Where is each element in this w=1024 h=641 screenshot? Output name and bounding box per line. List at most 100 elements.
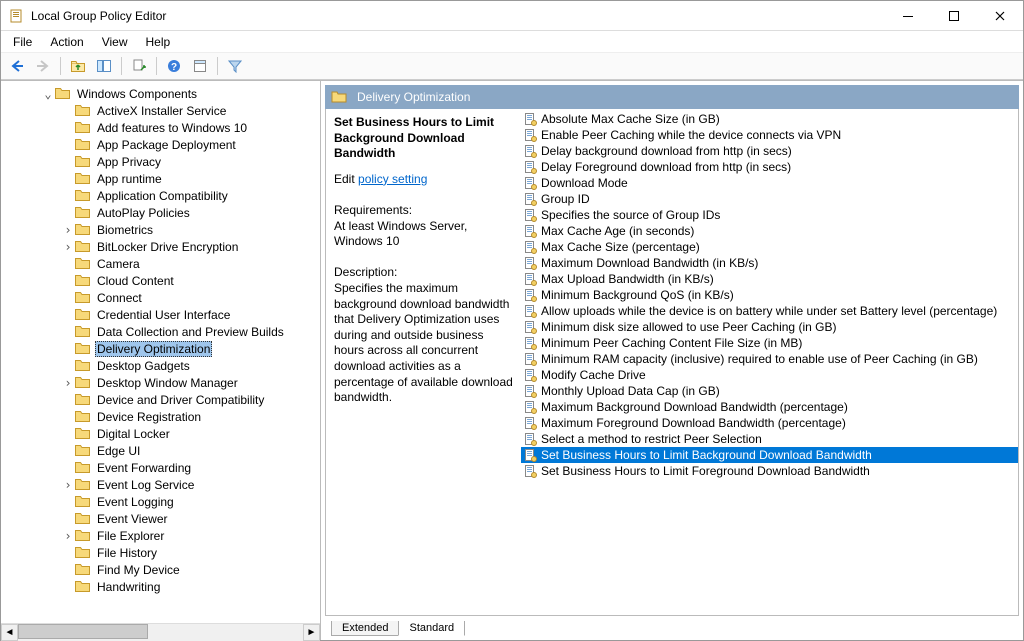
- tree-item[interactable]: ›Desktop Window Manager: [5, 374, 320, 391]
- tree-item[interactable]: File History: [5, 544, 320, 561]
- policy-item[interactable]: Maximum Foreground Download Bandwidth (p…: [521, 415, 1018, 431]
- tree-item-label: Application Compatibility: [95, 189, 230, 203]
- policy-item[interactable]: Minimum RAM capacity (inclusive) require…: [521, 351, 1018, 367]
- menu-file[interactable]: File: [5, 33, 40, 51]
- close-button[interactable]: [977, 1, 1023, 30]
- maximize-button[interactable]: [931, 1, 977, 30]
- policy-item[interactable]: Monthly Upload Data Cap (in GB): [521, 383, 1018, 399]
- tree-item[interactable]: Add features to Windows 10: [5, 119, 320, 136]
- policy-item[interactable]: Specifies the source of Group IDs: [521, 207, 1018, 223]
- scroll-left-button[interactable]: ◄: [1, 624, 18, 641]
- policy-label: Minimum disk size allowed to use Peer Ca…: [541, 320, 836, 334]
- tree-item[interactable]: ActiveX Installer Service: [5, 102, 320, 119]
- tree-item[interactable]: Event Logging: [5, 493, 320, 510]
- policy-item[interactable]: Maximum Background Download Bandwidth (p…: [521, 399, 1018, 415]
- tree-horizontal-scrollbar[interactable]: ◄ ►: [1, 623, 320, 640]
- tree-item[interactable]: Camera: [5, 255, 320, 272]
- policy-label: Minimum Peer Caching Content File Size (…: [541, 336, 802, 350]
- policy-item[interactable]: Max Cache Age (in seconds): [521, 223, 1018, 239]
- tree-item[interactable]: › Event Log Service: [5, 476, 320, 493]
- expand-icon[interactable]: ›: [61, 223, 75, 237]
- policy-list[interactable]: Absolute Max Cache Size (in GB)Enable Pe…: [521, 109, 1018, 615]
- menu-action[interactable]: Action: [42, 33, 91, 51]
- help-button[interactable]: ?: [162, 55, 186, 77]
- folder-icon: [75, 257, 91, 271]
- tree-item[interactable]: Event Viewer: [5, 510, 320, 527]
- tree-item[interactable]: ›File Explorer: [5, 527, 320, 544]
- tree-item[interactable]: Credential User Interface: [5, 306, 320, 323]
- console-tree[interactable]: ⌄Windows ComponentsActiveX Installer Ser…: [1, 81, 320, 623]
- policy-item[interactable]: Maximum Download Bandwidth (in KB/s): [521, 255, 1018, 271]
- tree-item[interactable]: Delivery Optimization: [5, 340, 320, 357]
- expand-icon[interactable]: ›: [61, 376, 75, 390]
- tree-item-label: AutoPlay Policies: [95, 206, 192, 220]
- tree-item[interactable]: Cloud Content: [5, 272, 320, 289]
- policy-item[interactable]: Minimum Background QoS (in KB/s): [521, 287, 1018, 303]
- policy-item[interactable]: Modify Cache Drive: [521, 367, 1018, 383]
- edit-policy-link[interactable]: policy setting: [358, 172, 427, 186]
- tree-item[interactable]: Edge UI: [5, 442, 320, 459]
- policy-item[interactable]: Minimum Peer Caching Content File Size (…: [521, 335, 1018, 351]
- filter-button[interactable]: [223, 55, 247, 77]
- tree-item[interactable]: Event Forwarding: [5, 459, 320, 476]
- policy-item[interactable]: Max Upload Bandwidth (in KB/s): [521, 271, 1018, 287]
- tree-item[interactable]: Find My Device: [5, 561, 320, 578]
- scroll-thumb[interactable]: [18, 624, 148, 639]
- scroll-right-button[interactable]: ►: [303, 624, 320, 641]
- tree-item-label: BitLocker Drive Encryption: [95, 240, 240, 254]
- policy-item[interactable]: Max Cache Size (percentage): [521, 239, 1018, 255]
- show-hide-tree-button[interactable]: [92, 55, 116, 77]
- up-folder-button[interactable]: [66, 55, 90, 77]
- expand-icon[interactable]: ›: [61, 240, 75, 254]
- tree-item[interactable]: ›Biometrics: [5, 221, 320, 238]
- policy-label: Maximum Download Bandwidth (in KB/s): [541, 256, 758, 270]
- policy-item[interactable]: Group ID: [521, 191, 1018, 207]
- tree-item-label: Event Log Service: [95, 478, 196, 492]
- back-button[interactable]: [5, 55, 29, 77]
- minimize-button[interactable]: [885, 1, 931, 30]
- tree-item[interactable]: Device and Driver Compatibility: [5, 391, 320, 408]
- collapse-icon[interactable]: ⌄: [41, 87, 55, 101]
- policy-label: Set Business Hours to Limit Background D…: [541, 448, 872, 462]
- policy-item[interactable]: Select a method to restrict Peer Selecti…: [521, 431, 1018, 447]
- menu-view[interactable]: View: [94, 33, 136, 51]
- tree-item[interactable]: Application Compatibility: [5, 187, 320, 204]
- tree-item[interactable]: App Package Deployment: [5, 136, 320, 153]
- expand-icon[interactable]: ›: [61, 478, 75, 492]
- tab-standard[interactable]: Standard: [398, 621, 465, 636]
- folder-icon: [75, 580, 91, 594]
- properties-button[interactable]: [188, 55, 212, 77]
- tree-item[interactable]: › BitLocker Drive Encryption: [5, 238, 320, 255]
- policy-item[interactable]: Delay Foreground download from http (in …: [521, 159, 1018, 175]
- tree-item[interactable]: Handwriting: [5, 578, 320, 595]
- policy-item[interactable]: Set Business Hours to Limit Background D…: [521, 447, 1018, 463]
- tree-item[interactable]: App runtime: [5, 170, 320, 187]
- tree-item[interactable]: Device Registration: [5, 408, 320, 425]
- tree-item-label: App Package Deployment: [95, 138, 238, 152]
- tree-item[interactable]: App Privacy: [5, 153, 320, 170]
- policy-item[interactable]: Allow uploads while the device is on bat…: [521, 303, 1018, 319]
- policy-item[interactable]: Download Mode: [521, 175, 1018, 191]
- policy-item[interactable]: Set Business Hours to Limit Foreground D…: [521, 463, 1018, 479]
- forward-button[interactable]: [31, 55, 55, 77]
- policy-item[interactable]: Delay background download from http (in …: [521, 143, 1018, 159]
- tree-item-label: Find My Device: [95, 563, 182, 577]
- folder-icon: [75, 121, 91, 135]
- scroll-track[interactable]: [18, 624, 303, 641]
- export-list-button[interactable]: [127, 55, 151, 77]
- menu-help[interactable]: Help: [138, 33, 179, 51]
- policy-item[interactable]: Enable Peer Caching while the device con…: [521, 127, 1018, 143]
- tab-extended[interactable]: Extended: [331, 621, 399, 636]
- policy-item[interactable]: Absolute Max Cache Size (in GB): [521, 111, 1018, 127]
- policy-icon: [523, 144, 537, 158]
- tree-item-root[interactable]: ⌄Windows Components: [5, 85, 320, 102]
- tree-item[interactable]: Desktop Gadgets: [5, 357, 320, 374]
- tree-item[interactable]: Digital Locker: [5, 425, 320, 442]
- policy-item[interactable]: Minimum disk size allowed to use Peer Ca…: [521, 319, 1018, 335]
- tree-item[interactable]: AutoPlay Policies: [5, 204, 320, 221]
- expand-icon[interactable]: ›: [61, 529, 75, 543]
- tree-item[interactable]: Connect: [5, 289, 320, 306]
- policy-label: Max Upload Bandwidth (in KB/s): [541, 272, 714, 286]
- tree-item[interactable]: Data Collection and Preview Builds: [5, 323, 320, 340]
- requirements-value: At least Windows Server, Windows 10: [334, 219, 513, 250]
